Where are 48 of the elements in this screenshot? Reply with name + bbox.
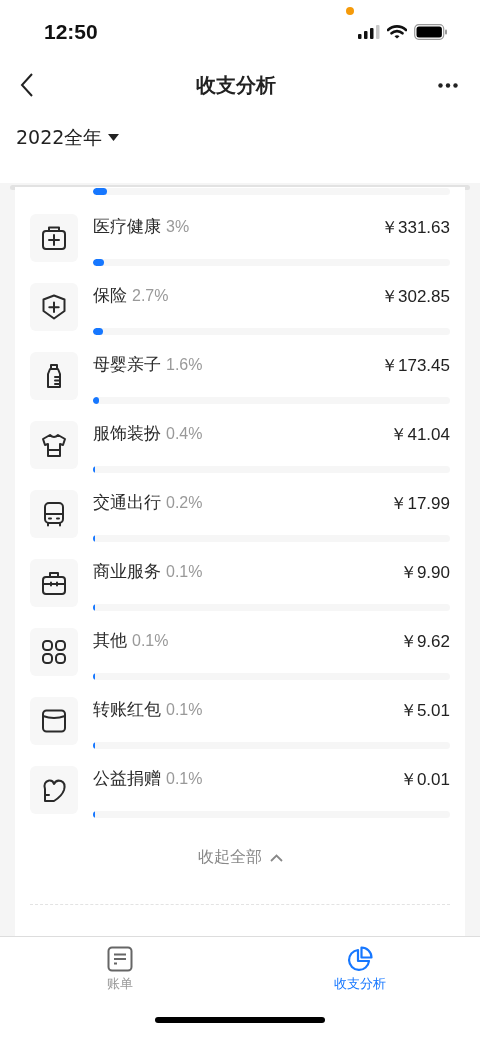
category-amount: ￥331.63 bbox=[381, 216, 450, 239]
category-amount: ￥173.45 bbox=[381, 354, 450, 377]
shield-icon bbox=[40, 293, 68, 321]
category-name: 交通出行 bbox=[93, 492, 161, 514]
battery-icon bbox=[414, 24, 448, 40]
medical-kit-icon bbox=[40, 224, 68, 252]
status-time: 12:50 bbox=[44, 20, 98, 44]
category-name: 服饰装扮 bbox=[93, 423, 161, 445]
more-icon[interactable] bbox=[438, 82, 458, 88]
pie-chart-icon bbox=[347, 945, 373, 972]
category-amount: ￥9.62 bbox=[399, 630, 450, 653]
category-name: 商业服务 bbox=[93, 561, 161, 583]
category-percent: 2.7% bbox=[132, 287, 169, 305]
category-amount: ￥17.99 bbox=[390, 492, 450, 515]
briefcase-icon bbox=[40, 569, 68, 597]
category-amount: ￥0.01 bbox=[399, 768, 450, 791]
chevron-up-icon bbox=[269, 853, 283, 862]
wifi-icon bbox=[387, 25, 407, 39]
category-percent: 0.4% bbox=[166, 425, 203, 443]
t-shirt-icon bbox=[40, 431, 68, 459]
category-name: 转账红包 bbox=[93, 699, 161, 721]
category-percent: 0.1% bbox=[166, 701, 203, 719]
category-amount: ￥9.90 bbox=[399, 561, 450, 584]
category-amount: ￥302.85 bbox=[381, 285, 450, 308]
signal-icon bbox=[358, 25, 380, 39]
category-percent: 1.6% bbox=[166, 356, 203, 374]
tab-bar-item[interactable]: 账单 bbox=[0, 937, 240, 1001]
category-amount: ￥41.04 bbox=[390, 423, 450, 446]
category-name: 母婴亲子 bbox=[93, 354, 161, 376]
recording-dot bbox=[346, 7, 354, 15]
page-title: 收支分析 bbox=[195, 71, 277, 99]
back-icon[interactable] bbox=[20, 72, 34, 98]
category-percent: 0.1% bbox=[166, 563, 203, 581]
category-name: 保险 bbox=[93, 285, 127, 307]
period-selector[interactable]: 2022全年 bbox=[16, 124, 120, 151]
category-percent: 0.1% bbox=[132, 632, 169, 650]
category-percent: 3% bbox=[166, 218, 190, 236]
grid-icon bbox=[40, 638, 68, 666]
category-name: 其他 bbox=[93, 630, 127, 652]
category-name: 医疗健康 bbox=[93, 216, 161, 238]
tab-bar-item[interactable]: 收支分析 bbox=[240, 937, 480, 1001]
caret-icon bbox=[108, 134, 120, 141]
category-amount: ￥5.01 bbox=[399, 699, 450, 722]
category-percent: 0.2% bbox=[166, 494, 203, 512]
collapse-all-link[interactable]: 收起全部 bbox=[193, 843, 287, 872]
list-icon bbox=[107, 945, 133, 972]
category-name: 公益捐赠 bbox=[93, 768, 161, 790]
category-percent: 0.1% bbox=[166, 770, 203, 788]
